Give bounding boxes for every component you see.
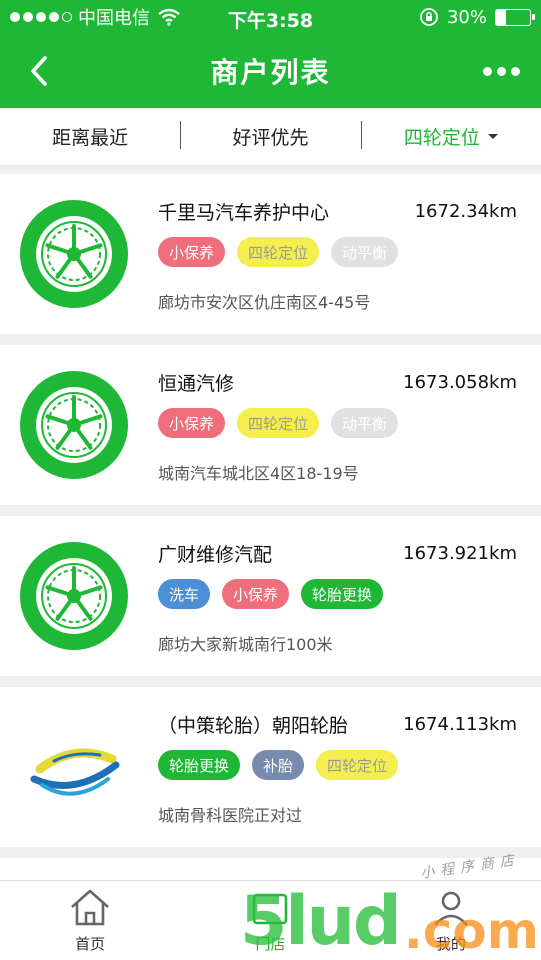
status-bar: 中国电信 下午3:58 30% bbox=[0, 0, 541, 34]
tab-bar: 首页 门店 我的 bbox=[0, 880, 541, 960]
service-tag: 四轮定位 bbox=[237, 237, 320, 267]
shop-address: 廊坊市安次区仇庄南区4-45号 bbox=[158, 293, 371, 312]
filter-bar: 距离最近 好评优先 四轮定位 bbox=[0, 108, 541, 166]
signal-strength-icon bbox=[10, 12, 72, 22]
back-arrow-icon bbox=[31, 56, 47, 86]
shop-card[interactable]: 千里马汽车养护中心 1672.34km 小保养 四轮定位 动平衡 廊坊市安次区仇庄南… bbox=[0, 174, 541, 334]
page-title: 商户列表 bbox=[210, 56, 331, 89]
shop-address: 廊坊大家新城南行100米 bbox=[158, 635, 333, 654]
more-dots-icon bbox=[483, 66, 493, 76]
globe-logo-icon bbox=[20, 713, 128, 821]
wifi-icon bbox=[158, 8, 180, 26]
carrier-name: 中国电信 bbox=[78, 8, 150, 29]
service-tag: 动平衡 bbox=[331, 408, 399, 438]
tab-label: 我的 bbox=[435, 935, 466, 953]
back-button[interactable] bbox=[14, 46, 64, 96]
service-tags: 小保养 四轮定位 动平衡 bbox=[158, 408, 517, 438]
service-tag: 四轮定位 bbox=[316, 750, 399, 780]
shop-card[interactable]: （中策轮胎）朝阳轮胎 1674.113km 轮胎更换 补胎 四轮定位 城南骨科医院正… bbox=[0, 687, 541, 847]
filter-label: 距离最近 bbox=[52, 127, 129, 149]
tire-logo-icon bbox=[20, 542, 128, 650]
rotation-lock-icon bbox=[420, 8, 438, 26]
filter-top-rated[interactable]: 好评优先 bbox=[180, 121, 360, 150]
service-tag: 动平衡 bbox=[331, 237, 399, 267]
home-icon bbox=[71, 889, 110, 926]
service-tag: 洗车 bbox=[158, 579, 211, 609]
shop-distance: 1674.113km bbox=[403, 714, 517, 735]
service-tag: 四轮定位 bbox=[237, 408, 320, 438]
shop-distance: 1672.34km bbox=[414, 201, 517, 222]
store-icon bbox=[253, 893, 288, 925]
shop-card[interactable]: 恒通汽修 1673.058km 小保养 四轮定位 动平衡 城南汽车城北区4区18-1… bbox=[0, 345, 541, 505]
shop-name: 千里马汽车养护中心 bbox=[158, 202, 330, 224]
more-menu-button[interactable] bbox=[477, 46, 527, 96]
tab-store[interactable]: 门店 bbox=[180, 881, 360, 960]
service-tag: 轮胎更换 bbox=[158, 750, 241, 780]
shop-card[interactable]: 广财维修汽配 1673.921km 洗车 小保养 轮胎更换 廊坊大家新城南行100米 bbox=[0, 516, 541, 676]
battery-percent: 30% bbox=[446, 6, 487, 28]
shop-address: 城南汽车城北区4区18-19号 bbox=[158, 464, 359, 483]
service-tag: 轮胎更换 bbox=[301, 579, 384, 609]
tab-label: 首页 bbox=[75, 935, 106, 953]
filter-label: 好评优先 bbox=[232, 127, 309, 149]
service-tag: 补胎 bbox=[252, 750, 305, 780]
tab-home[interactable]: 首页 bbox=[0, 881, 180, 960]
service-tag: 小保养 bbox=[158, 237, 226, 267]
shop-list: 千里马汽车养护中心 1672.34km 小保养 四轮定位 动平衡 廊坊市安次区仇庄南… bbox=[0, 174, 541, 898]
service-tags: 洗车 小保养 轮胎更换 bbox=[158, 579, 517, 609]
service-tags: 小保养 四轮定位 动平衡 bbox=[158, 237, 517, 267]
battery-icon bbox=[495, 8, 535, 26]
service-tags: 轮胎更换 补胎 四轮定位 bbox=[158, 750, 517, 780]
nav-bar: 商户列表 bbox=[0, 34, 541, 108]
service-tag: 小保养 bbox=[158, 408, 226, 438]
user-icon bbox=[433, 891, 468, 926]
tire-logo-icon bbox=[20, 371, 128, 479]
service-tag: 小保养 bbox=[222, 579, 290, 609]
filter-label: 四轮定位 bbox=[403, 127, 480, 149]
shop-name: 广财维修汽配 bbox=[158, 544, 273, 566]
tab-mine[interactable]: 我的 bbox=[361, 881, 541, 960]
shop-name: （中策轮胎）朝阳轮胎 bbox=[158, 715, 349, 737]
shop-address: 城南骨科医院正对过 bbox=[158, 806, 303, 825]
shop-distance: 1673.058km bbox=[403, 372, 517, 393]
shop-distance: 1673.921km bbox=[403, 543, 517, 564]
filter-service-dropdown[interactable]: 四轮定位 bbox=[360, 121, 541, 150]
filter-nearest[interactable]: 距离最近 bbox=[0, 123, 180, 150]
caret-down-icon bbox=[487, 134, 498, 139]
shop-name: 恒通汽修 bbox=[158, 373, 235, 395]
tire-logo-icon bbox=[20, 200, 128, 308]
tab-label: 门店 bbox=[255, 935, 286, 953]
